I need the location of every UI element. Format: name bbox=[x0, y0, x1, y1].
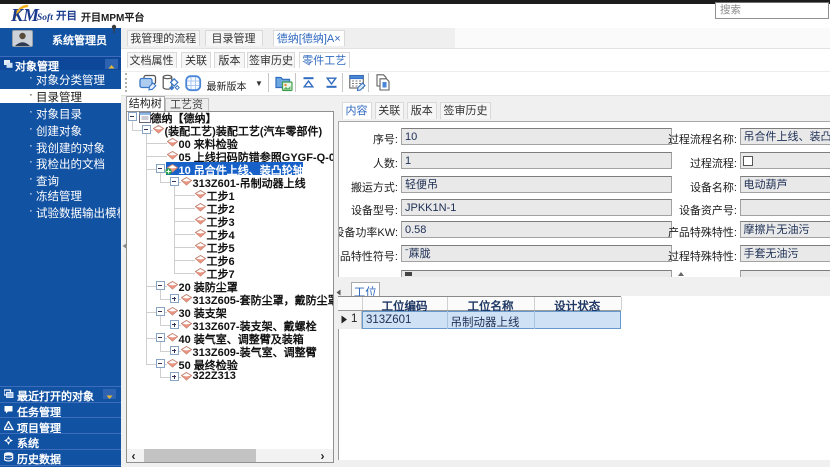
svg-text:Soft: Soft bbox=[37, 13, 53, 23]
svg-text:KM: KM bbox=[11, 5, 40, 25]
